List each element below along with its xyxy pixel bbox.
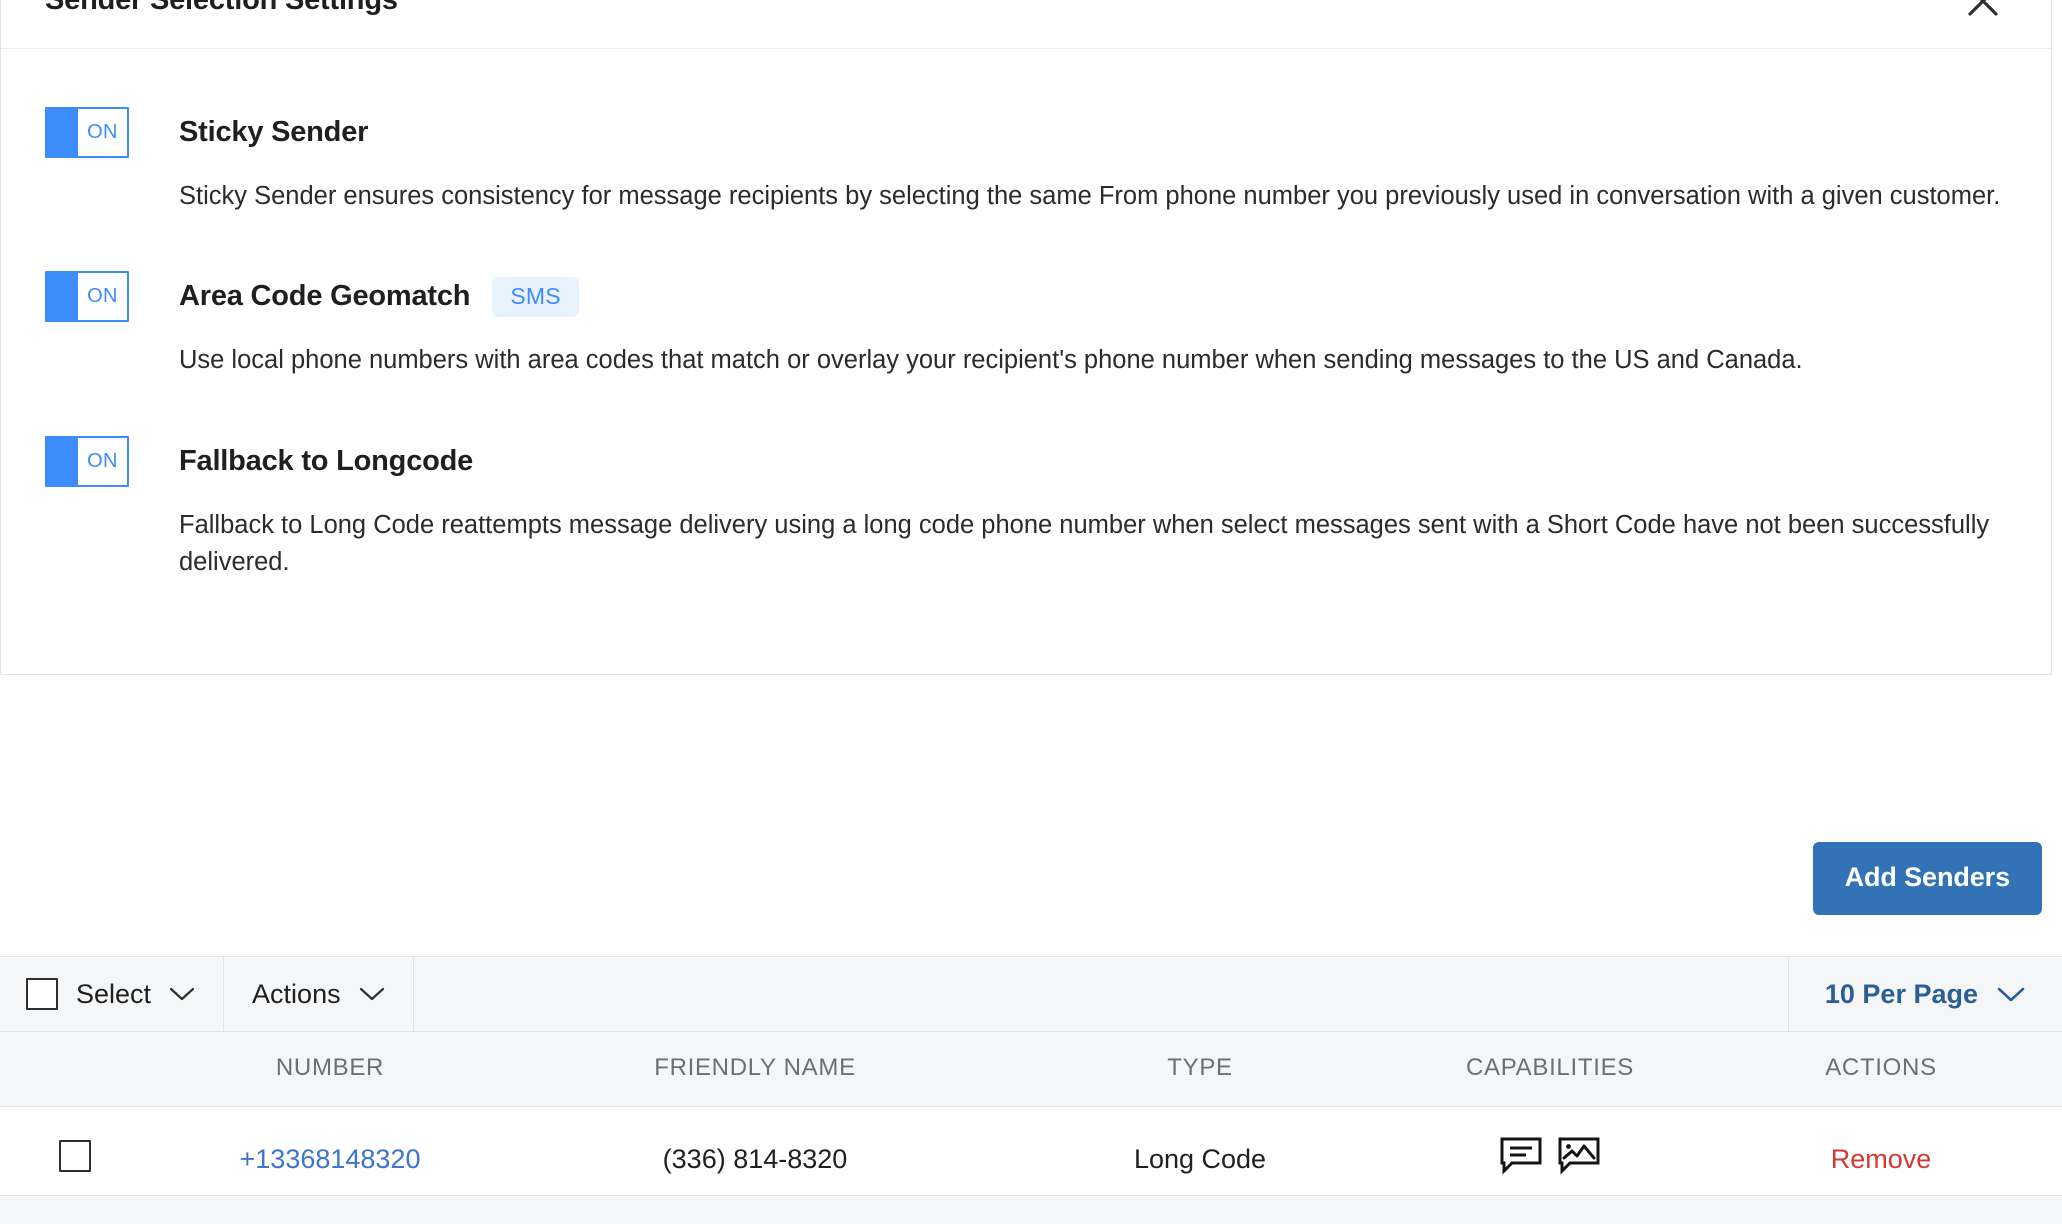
add-senders-button[interactable]: Add Senders <box>1812 842 2042 915</box>
senders-table-section: Select Actions 10 Per Page NUMBER FRIEND… <box>0 956 2062 1215</box>
page-title: Sender Selection Settings <box>45 0 398 16</box>
sms-icon <box>1500 1137 1542 1182</box>
setting-description: Fallback to Long Code reattempts message… <box>179 510 1990 577</box>
sender-selection-settings-panel: Sender Selection Settings ON Sticky Send… <box>0 0 2052 675</box>
chevron-down-icon <box>359 986 385 1002</box>
toggle-area-code-geomatch[interactable]: ON <box>45 271 129 323</box>
column-header-checkbox <box>0 1032 150 1107</box>
column-header-actions: ACTIONS <box>1700 1032 2062 1107</box>
toggle-knob <box>47 273 78 321</box>
setting-header: ON Fallback to Longcode <box>45 435 2007 487</box>
setting-row-fallback-to-longcode: ON Fallback to Longcode Fallback to Long… <box>45 435 2007 582</box>
setting-title: Area Code Geomatch <box>179 280 471 313</box>
setting-description: Use local phone numbers with area codes … <box>179 346 1803 375</box>
chevron-down-icon <box>1996 985 2026 1003</box>
toggle-state-label: ON <box>87 285 118 308</box>
per-page-label: 10 Per Page <box>1824 978 1978 1009</box>
table-toolbar: Select Actions 10 Per Page <box>0 956 2062 1032</box>
setting-header: ON Sticky Sender <box>45 107 2007 158</box>
remove-link[interactable]: Remove <box>1831 1144 1932 1174</box>
column-header-number: NUMBER <box>150 1032 510 1107</box>
status-badge: SMS <box>492 276 579 317</box>
senders-table: NUMBER FRIENDLY NAME TYPE CAPABILITIES A… <box>0 1032 2062 1215</box>
setting-title: Fallback to Longcode <box>179 444 474 477</box>
select-dropdown[interactable]: Select <box>0 957 225 1031</box>
table-head: NUMBER FRIENDLY NAME TYPE CAPABILITIES A… <box>0 1032 2062 1107</box>
per-page-dropdown[interactable]: 10 Per Page <box>1787 957 2062 1031</box>
setting-header: ON Area Code Geomatch SMS <box>45 271 2007 323</box>
actions-dropdown-label: Actions <box>252 978 341 1009</box>
number-link[interactable]: +13368148320 <box>240 1144 421 1174</box>
select-dropdown-label: Select <box>76 978 152 1009</box>
setting-row-area-code-geomatch: ON Area Code Geomatch SMS Use local phon… <box>45 271 2007 379</box>
setting-description: Sticky Sender ensures consistency for me… <box>179 182 2001 210</box>
setting-row-sticky-sender: ON Sticky Sender Sticky Sender ensures c… <box>45 107 2007 215</box>
column-header-friendly-name: FRIENDLY NAME <box>510 1032 1000 1107</box>
toggle-fallback-to-longcode[interactable]: ON <box>45 435 129 487</box>
row-select-checkbox[interactable] <box>59 1140 91 1172</box>
actions-dropdown[interactable]: Actions <box>224 957 414 1031</box>
toggle-knob <box>47 437 78 485</box>
close-icon[interactable] <box>1961 0 2005 23</box>
panel-header: Sender Selection Settings <box>1 0 2051 49</box>
footer-strip <box>0 1195 2062 1224</box>
toggle-state-label: ON <box>87 121 118 143</box>
capabilities-group <box>1400 1137 1700 1182</box>
select-all-checkbox[interactable] <box>26 978 58 1010</box>
panel-body: ON Sticky Sender Sticky Sender ensures c… <box>1 49 2051 674</box>
toggle-sticky-sender[interactable]: ON <box>45 107 129 158</box>
mms-icon <box>1558 1137 1600 1182</box>
setting-title: Sticky Sender <box>179 116 369 148</box>
chevron-down-icon <box>169 986 195 1002</box>
table-header-row: NUMBER FRIENDLY NAME TYPE CAPABILITIES A… <box>0 1032 2062 1107</box>
toggle-state-label: ON <box>87 449 118 472</box>
toggle-knob <box>47 109 78 156</box>
add-senders-bar: Add Senders <box>0 842 2052 915</box>
column-header-type: TYPE <box>1000 1032 1400 1107</box>
column-header-capabilities: CAPABILITIES <box>1400 1032 1700 1107</box>
